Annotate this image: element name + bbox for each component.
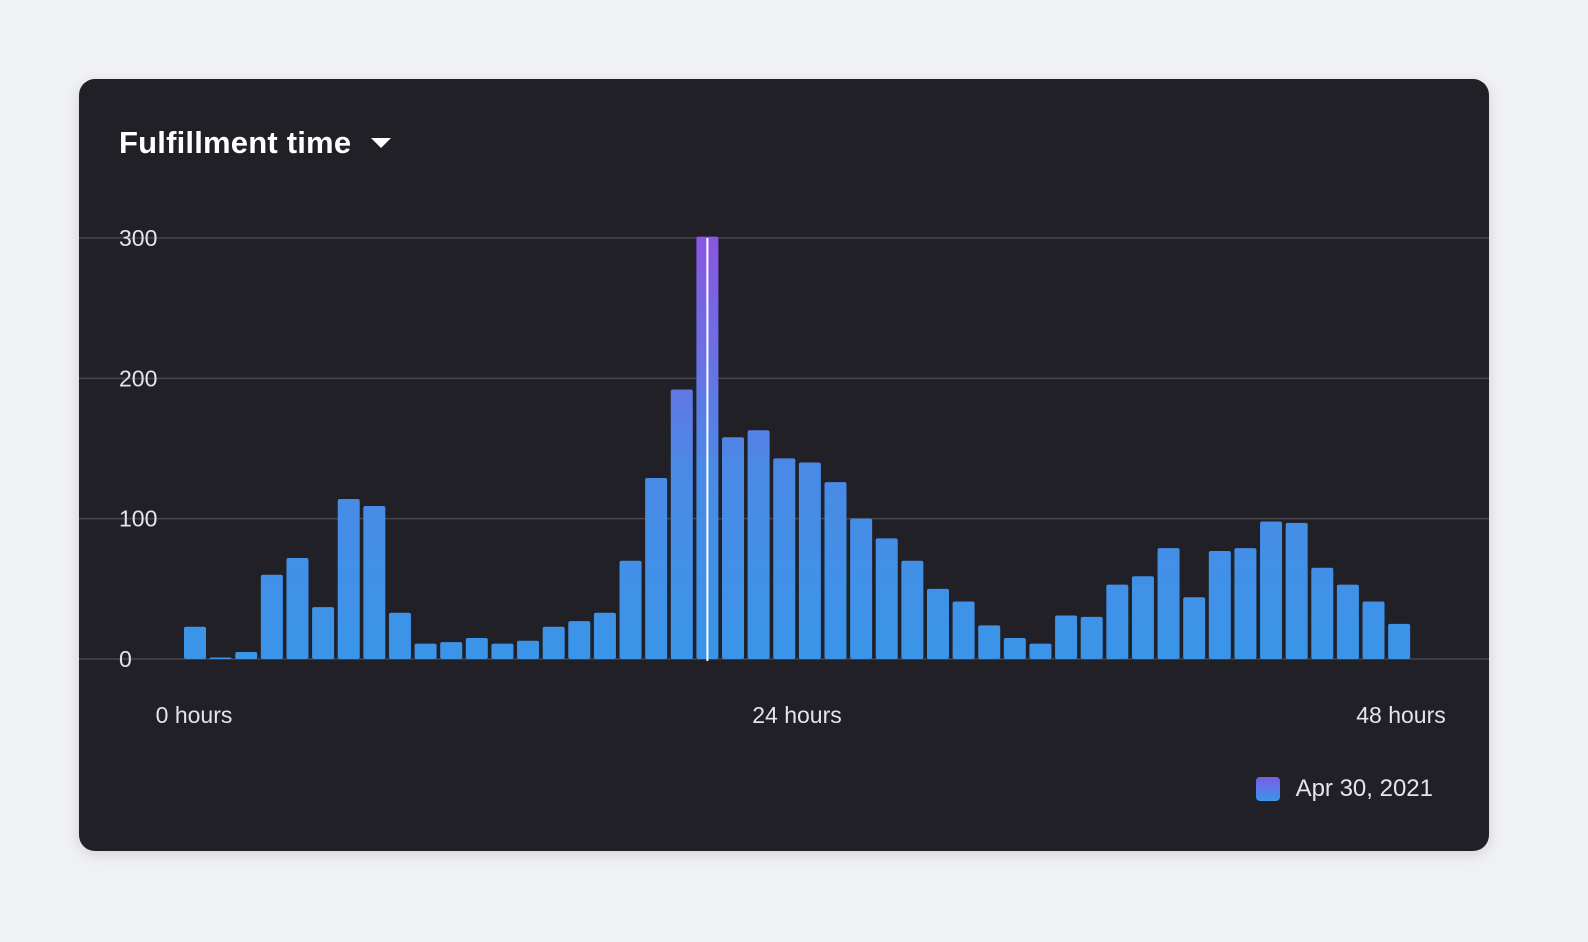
- bar: [568, 621, 591, 659]
- bars: [184, 236, 1411, 659]
- bar: [388, 612, 411, 659]
- bar: [747, 430, 770, 659]
- bar: [1208, 550, 1231, 659]
- bar: [1003, 637, 1026, 659]
- bar: [491, 643, 514, 659]
- bar: [1260, 521, 1283, 659]
- bar: [670, 389, 693, 659]
- bar: [209, 657, 232, 659]
- legend: Apr 30, 2021: [1255, 775, 1433, 803]
- bar: [1234, 548, 1257, 659]
- chart-card: Fulfillment time 0 100 200 300 0 hours 24 ho…: [79, 79, 1489, 851]
- bar: [1157, 548, 1180, 659]
- bar: [1055, 615, 1078, 659]
- legend-label: Apr 30, 2021: [1295, 775, 1433, 802]
- bar: [1183, 597, 1206, 659]
- x-tick-label: 48 hours: [1356, 702, 1446, 728]
- bar: [363, 506, 386, 659]
- x-tick-label: 0 hours: [156, 702, 233, 728]
- bar: [645, 477, 668, 659]
- y-axis-ticks: 0 100 200 300: [119, 225, 157, 672]
- y-tick-label: 0: [119, 646, 132, 672]
- y-tick-label: 200: [119, 365, 157, 391]
- bar: [184, 626, 206, 659]
- bar: [926, 588, 949, 659]
- legend-swatch: [1255, 777, 1280, 801]
- bar: [978, 625, 1001, 659]
- bar: [1311, 567, 1334, 659]
- bar: [722, 437, 745, 659]
- bar: [1362, 601, 1385, 659]
- bar: [901, 560, 924, 659]
- x-axis-ticks: 0 hours 24 hours 48 hours: [156, 702, 1446, 728]
- bar-chart: 0 100 200 300 0 hours 24 hours 48 hours: [79, 225, 1489, 728]
- bar: [1388, 623, 1411, 659]
- bar: [619, 560, 642, 659]
- bar: [465, 637, 488, 659]
- bar: [1029, 643, 1052, 659]
- bar: [798, 462, 821, 659]
- bar: [1285, 522, 1308, 659]
- bar: [517, 640, 540, 659]
- bar: [1336, 584, 1359, 659]
- bar: [260, 574, 283, 659]
- bar: [235, 651, 258, 659]
- bar: [1106, 584, 1129, 659]
- bar: [414, 643, 437, 659]
- y-tick-label: 300: [119, 225, 157, 251]
- bar: [875, 538, 898, 659]
- bar: [1080, 616, 1103, 659]
- bar: [440, 642, 463, 659]
- x-tick-label: 24 hours: [752, 702, 842, 728]
- bar: [312, 607, 335, 659]
- bar: [337, 499, 360, 659]
- bar: [542, 626, 565, 659]
- bar: [824, 482, 847, 659]
- bar: [850, 518, 873, 659]
- bar: [1131, 576, 1154, 659]
- bar: [286, 557, 309, 659]
- y-tick-label: 100: [119, 506, 157, 532]
- bar: [593, 612, 616, 659]
- bar: [773, 458, 796, 659]
- bar: [952, 601, 975, 659]
